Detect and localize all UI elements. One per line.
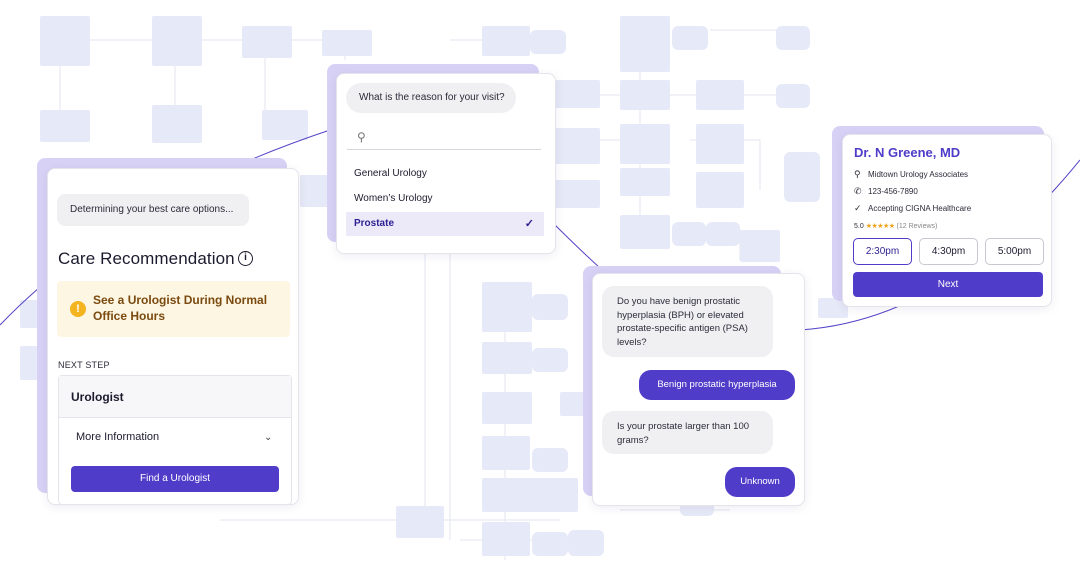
- rating-row: 5.0 ★★★★★ (12 Reviews): [854, 222, 937, 230]
- visit-question: What is the reason for your visit?: [346, 83, 516, 113]
- phone-row: ✆ 123-456-7890: [854, 186, 918, 197]
- time-slot-430pm[interactable]: 4:30pm: [919, 238, 978, 265]
- option-general-urology[interactable]: General Urology: [346, 162, 544, 186]
- question-bubble-1: Do you have benign prostatic hyperplasia…: [602, 286, 773, 357]
- more-information-toggle[interactable]: More Information: [76, 431, 159, 443]
- next-button[interactable]: Next: [853, 272, 1043, 297]
- insurance-row: ✓ Accepting CIGNA Healthcare: [854, 203, 971, 214]
- next-step-label: NEXT STEP: [58, 360, 110, 370]
- insurance-text: Accepting CIGNA Healthcare: [868, 204, 972, 213]
- specialist-name: Urologist: [59, 376, 291, 418]
- next-step-box: Urologist More Information ⌄ Find a Urol…: [58, 375, 292, 505]
- question-1-line: hyperplasia (BPH) or elevated: [617, 309, 744, 321]
- star-rating-icons: ★★★★★: [865, 223, 895, 230]
- answer-bubble-2: Unknown: [725, 467, 795, 497]
- chat-card: Do you have benign prostatic hyperplasia…: [592, 273, 805, 506]
- practice-row: ⚲ Midtown Urology Associates: [854, 169, 968, 180]
- option-prostate-label: Prostate: [354, 218, 395, 229]
- care-recommendation-card: Determining your best care options... Ca…: [47, 168, 299, 505]
- doctor-name: Dr. N Greene, MD: [854, 145, 961, 160]
- question-1-line: levels?: [617, 336, 647, 348]
- checkmark-icon: ✓: [524, 218, 534, 230]
- time-slot-500pm[interactable]: 5:00pm: [985, 238, 1044, 265]
- option-prostate[interactable]: Prostate ✓: [346, 212, 544, 236]
- review-count[interactable]: (12 Reviews): [897, 223, 938, 230]
- alert-line-1: See a Urologist During Normal: [93, 293, 268, 307]
- question-2-line: grams?: [617, 434, 649, 446]
- find-urologist-button[interactable]: Find a Urologist: [71, 466, 279, 492]
- info-icon[interactable]: i: [238, 251, 253, 266]
- alert-line-2: Office Hours: [93, 309, 166, 323]
- doctor-card: Dr. N Greene, MD ⚲ Midtown Urology Associ…: [842, 134, 1052, 307]
- warning-icon: !: [70, 301, 86, 317]
- practice-name: Midtown Urology Associates: [868, 170, 969, 179]
- location-pin-icon: ⚲: [854, 169, 861, 179]
- question-1-line: Do you have benign prostatic: [617, 296, 741, 307]
- search-field[interactable]: ⚲: [347, 124, 541, 150]
- question-bubble-2: Is your prostate larger than 100 grams?: [602, 411, 773, 454]
- alert-message: See a Urologist During Normal Office Hou…: [93, 292, 283, 324]
- rating-score: 5.0: [854, 223, 864, 230]
- question-2-line: Is your prostate larger than 100: [617, 421, 750, 432]
- visit-reason-card: What is the reason for your visit? ⚲ Gen…: [336, 73, 556, 254]
- recommendation-alert: ! See a Urologist During Normal Office H…: [57, 281, 290, 337]
- chevron-down-icon[interactable]: ⌄: [264, 432, 272, 443]
- check-circle-icon: ✓: [854, 203, 862, 213]
- phone-number[interactable]: 123-456-7890: [868, 187, 918, 196]
- status-message: Determining your best care options...: [57, 194, 249, 226]
- card-title: Care Recommendation: [58, 249, 235, 268]
- search-icon: ⚲: [357, 130, 366, 144]
- answer-bubble-1: Benign prostatic hyperplasia: [639, 370, 795, 400]
- question-1-line: prostate-specific antigen (PSA): [617, 323, 748, 334]
- time-slot-230pm[interactable]: 2:30pm: [853, 238, 912, 265]
- option-womens-urology[interactable]: Women’s Urology: [346, 187, 544, 211]
- phone-icon: ✆: [854, 186, 862, 196]
